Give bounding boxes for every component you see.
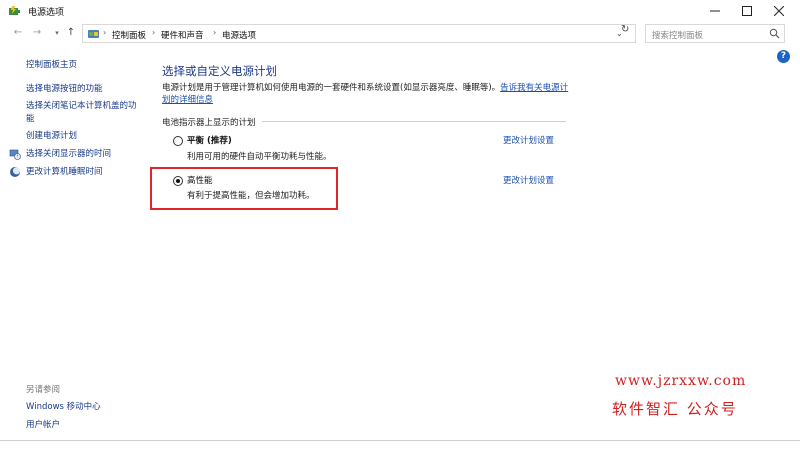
page-title: 选择或自定义电源计划 (162, 64, 277, 78)
breadcrumb-separator-icon: › (213, 28, 217, 37)
section-divider (262, 121, 566, 122)
see-also-heading: 另请参阅 (26, 385, 61, 395)
description-text: 电源计划是用于管理计算机如何使用电源的一套硬件和系统设置(如显示器亮度、睡眠等)… (162, 83, 501, 93)
maximize-button[interactable] (730, 0, 764, 22)
search-box[interactable]: 搜索控制面板 (645, 24, 785, 43)
section-label: 电池指示器上显示的计划 (162, 118, 256, 128)
sidebar-item-lid-close[interactable]: 选择关闭笔记本计算机盖的功 (26, 100, 137, 113)
power-options-icon (9, 6, 20, 15)
forward-arrow-icon[interactable]: → (30, 25, 44, 41)
minimize-button[interactable] (698, 0, 732, 22)
address-bar[interactable]: › 控制面板 › 硬件和声音 › 电源选项 ⌄ (82, 24, 636, 43)
recent-locations-chevron-icon[interactable]: ▾ (50, 25, 64, 41)
monitor-clock-icon (9, 149, 21, 160)
close-icon (774, 6, 784, 16)
sidebar-item-create-plan[interactable]: 创建电源计划 (26, 130, 77, 143)
minimize-icon (710, 10, 720, 12)
refresh-icon[interactable]: ↻ (621, 24, 629, 35)
up-arrow-icon[interactable]: ↑ (64, 25, 78, 41)
sidebar-item-user-accounts[interactable]: 用户帐户 (26, 419, 60, 432)
watermark-text: 软件智汇 公众号 (612, 400, 738, 418)
breadcrumb-power-options[interactable]: 电源选项 (222, 29, 256, 41)
breadcrumb-separator-icon: › (103, 28, 107, 37)
window-title: 电源选项 (28, 8, 65, 18)
plan-balanced-description: 利用可用的硬件自动平衡功耗与性能。 (187, 152, 332, 162)
maximize-icon (742, 6, 752, 16)
page-description: 电源计划是用于管理计算机如何使用电源的一套硬件和系统设置(如显示器亮度、睡眠等)… (162, 82, 572, 106)
breadcrumb-control-panel[interactable]: 控制面板 (112, 29, 146, 41)
plan-balanced-change-settings-link[interactable]: 更改计划设置 (503, 134, 554, 146)
sidebar-item-display-off-time[interactable]: 选择关闭显示器的时间 (26, 148, 111, 161)
title-bar: 电源选项 (0, 0, 800, 22)
control-panel-icon (88, 30, 99, 38)
sidebar-item-control-panel-home[interactable]: 控制面板主页 (26, 59, 77, 72)
breadcrumb-separator-icon: › (152, 28, 156, 37)
search-icon[interactable] (769, 28, 780, 39)
moon-icon (10, 167, 21, 177)
plan-balanced-label: 平衡 (推荐) (187, 136, 232, 146)
sidebar-item-sleep-time[interactable]: 更改计算机睡眠时间 (26, 166, 103, 179)
help-icon[interactable]: ? (777, 50, 790, 63)
search-placeholder: 搜索控制面板 (652, 31, 704, 41)
selection-highlight-box (150, 167, 338, 210)
watermark-url: www.jzrxxw.com (615, 373, 747, 389)
plan-balanced-radio[interactable] (173, 136, 183, 146)
close-button[interactable] (762, 0, 796, 22)
sidebar-item-power-button[interactable]: 选择电源按钮的功能 (26, 83, 103, 96)
sidebar-item-mobility-center[interactable]: Windows 移动中心 (26, 401, 101, 414)
window-bottom-border (0, 440, 800, 441)
plan-high-performance-change-settings-link[interactable]: 更改计划设置 (503, 174, 554, 186)
plan-balanced-name[interactable]: 平衡 (推荐) (187, 134, 232, 146)
sidebar-item-lid-close-line2[interactable]: 能 (26, 113, 35, 126)
back-arrow-icon[interactable]: ← (11, 25, 25, 41)
breadcrumb-hardware-sound[interactable]: 硬件和声音 (161, 29, 204, 41)
